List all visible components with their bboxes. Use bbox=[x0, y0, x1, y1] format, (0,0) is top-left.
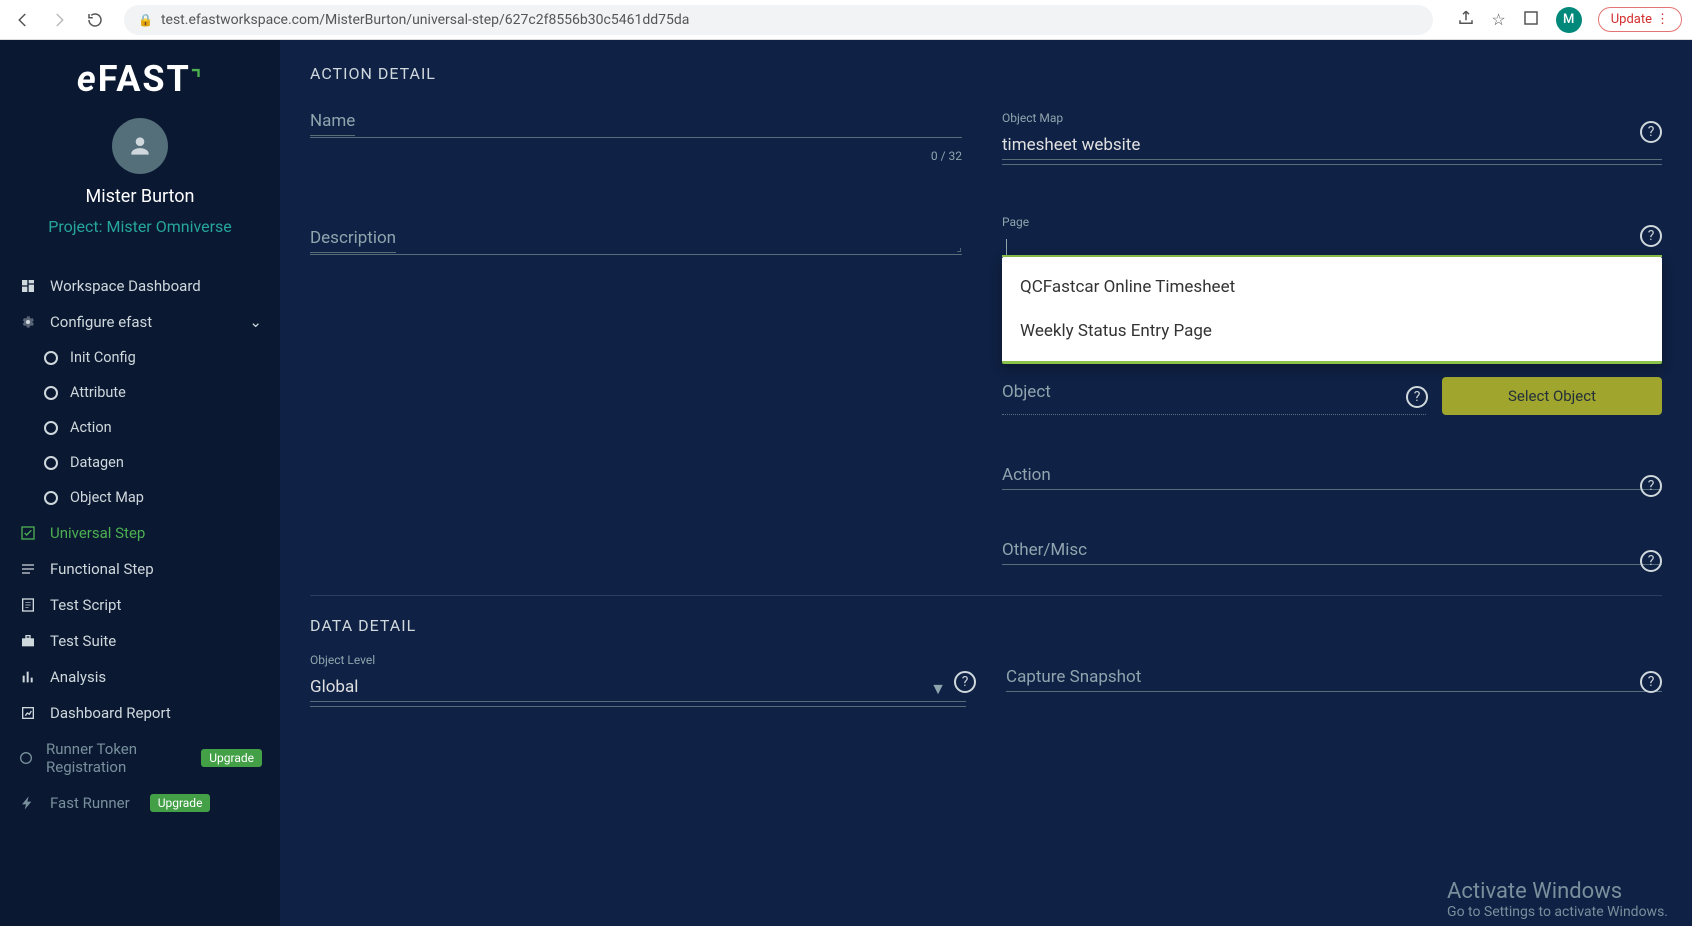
section-action-detail: ACTION DETAIL bbox=[310, 64, 1662, 83]
sidebar-item-init-config[interactable]: Init Config bbox=[0, 340, 280, 375]
project-name: Project: Mister Omniverse bbox=[48, 217, 232, 236]
url-bar[interactable]: 🔒 test.efastworkspace.com/MisterBurton/u… bbox=[124, 5, 1433, 35]
caret-down-icon: ▼ bbox=[930, 679, 946, 699]
kebab-icon: ⋮ bbox=[1656, 12, 1669, 27]
capture-label: Capture Snapshot bbox=[1006, 663, 1141, 691]
gear-icon bbox=[18, 314, 38, 330]
radio-icon bbox=[44, 351, 58, 365]
radio-icon bbox=[44, 386, 58, 400]
page-option-qcfastcar[interactable]: QCFastcar Online Timesheet bbox=[1002, 265, 1662, 309]
help-icon[interactable]: ? bbox=[1640, 121, 1662, 143]
user-area: Mister Burton Project: Mister Omniverse bbox=[0, 118, 280, 236]
object-map-field[interactable]: Object Map timesheet website ? bbox=[1002, 111, 1662, 165]
sidebar-item-analysis[interactable]: Analysis bbox=[0, 659, 280, 695]
radio-icon bbox=[44, 456, 58, 470]
chart-icon bbox=[18, 669, 38, 685]
sidebar-item-test-script[interactable]: Test Script bbox=[0, 587, 280, 623]
page-field[interactable]: Page ? QCFastcar Online Timesheet Weekly… bbox=[1002, 215, 1662, 257]
help-icon[interactable]: ? bbox=[1640, 671, 1662, 693]
sidebar-item-runner-token[interactable]: Runner Token Registration Upgrade bbox=[0, 731, 280, 785]
browser-chrome: 🔒 test.efastworkspace.com/MisterBurton/u… bbox=[0, 0, 1692, 40]
script-icon bbox=[18, 597, 38, 613]
section-divider bbox=[310, 595, 1662, 596]
main-panel: ACTION DETAIL Name 0 / 32 Description ⌟ bbox=[280, 40, 1692, 926]
dashboard-icon bbox=[18, 278, 38, 294]
chevron-down-icon: ⌄ bbox=[249, 313, 262, 331]
token-icon bbox=[18, 750, 34, 766]
sidebar-item-workspace-dashboard[interactable]: Workspace Dashboard bbox=[0, 268, 280, 304]
other-label: Other/Misc bbox=[1002, 536, 1087, 564]
star-icon[interactable]: ☆ bbox=[1491, 10, 1505, 29]
lock-icon: 🔒 bbox=[138, 13, 153, 27]
back-button[interactable] bbox=[10, 7, 36, 33]
help-icon[interactable]: ? bbox=[1406, 386, 1428, 408]
share-icon[interactable] bbox=[1457, 9, 1475, 31]
radio-icon bbox=[44, 421, 58, 435]
windows-watermark: Activate Windows Go to Settings to activ… bbox=[1447, 879, 1668, 920]
step-icon bbox=[18, 525, 38, 541]
sidebar: eFAST⌝ Mister Burton Project: Mister Omn… bbox=[0, 40, 280, 926]
report-icon bbox=[18, 705, 38, 721]
object-map-label: Object Map bbox=[1002, 111, 1662, 125]
help-icon[interactable]: ? bbox=[1640, 475, 1662, 497]
help-icon[interactable]: ? bbox=[1640, 225, 1662, 247]
sidebar-item-configure-efast[interactable]: Configure efast ⌄ bbox=[0, 304, 280, 340]
arrow-left-icon bbox=[14, 11, 32, 29]
help-icon[interactable]: ? bbox=[954, 671, 976, 693]
object-row: Object ? Select Object bbox=[1002, 377, 1662, 415]
sidebar-item-object-map[interactable]: Object Map bbox=[0, 480, 280, 515]
object-level-field[interactable]: Object Level Global ▼ ? bbox=[310, 653, 966, 707]
name-counter: 0 / 32 bbox=[931, 149, 962, 163]
extensions-icon[interactable] bbox=[1522, 9, 1540, 31]
sidebar-item-datagen[interactable]: Datagen bbox=[0, 445, 280, 480]
name-field[interactable]: Name 0 / 32 bbox=[310, 111, 962, 138]
other-misc-field[interactable]: Other/Misc ? bbox=[1002, 540, 1662, 565]
bolt-icon bbox=[18, 795, 38, 811]
reload-button[interactable] bbox=[82, 7, 108, 33]
person-icon bbox=[127, 133, 153, 159]
update-button[interactable]: Update ⋮ bbox=[1598, 7, 1682, 32]
app-logo: eFAST⌝ bbox=[0, 58, 280, 100]
user-name: Mister Burton bbox=[86, 186, 195, 207]
url-text: test.efastworkspace.com/MisterBurton/uni… bbox=[161, 12, 689, 28]
page-option-weekly[interactable]: Weekly Status Entry Page bbox=[1002, 309, 1662, 353]
section-data-detail: DATA DETAIL bbox=[310, 616, 1662, 635]
action-label: Action bbox=[1002, 461, 1051, 489]
sidebar-item-functional-step[interactable]: Functional Step bbox=[0, 551, 280, 587]
logo-accent-icon: ⌝ bbox=[191, 67, 203, 92]
browser-right-icons: ☆ M Update ⋮ bbox=[1457, 7, 1682, 33]
sidebar-nav: Workspace Dashboard Configure efast ⌄ In… bbox=[0, 268, 280, 821]
sidebar-item-dashboard-report[interactable]: Dashboard Report bbox=[0, 695, 280, 731]
suitcase-icon bbox=[18, 633, 38, 649]
object-label: Object bbox=[1002, 378, 1051, 406]
page-dropdown: QCFastcar Online Timesheet Weekly Status… bbox=[1002, 257, 1662, 364]
page-label: Page bbox=[1002, 215, 1662, 229]
sidebar-item-fast-runner[interactable]: Fast Runner Upgrade bbox=[0, 785, 280, 821]
object-level-value: Global bbox=[310, 673, 966, 702]
sidebar-item-attribute[interactable]: Attribute bbox=[0, 375, 280, 410]
arrow-right-icon bbox=[50, 11, 68, 29]
select-object-button[interactable]: Select Object bbox=[1442, 377, 1662, 415]
user-avatar[interactable] bbox=[112, 118, 168, 174]
upgrade-badge[interactable]: Upgrade bbox=[150, 794, 211, 812]
upgrade-badge[interactable]: Upgrade bbox=[201, 749, 262, 767]
action-field[interactable]: Action ? bbox=[1002, 465, 1662, 490]
sidebar-item-action[interactable]: Action bbox=[0, 410, 280, 445]
page-input[interactable] bbox=[1002, 235, 1662, 257]
name-label: Name bbox=[310, 107, 355, 136]
sidebar-item-test-suite[interactable]: Test Suite bbox=[0, 623, 280, 659]
forward-button[interactable] bbox=[46, 7, 72, 33]
object-level-label: Object Level bbox=[310, 653, 966, 667]
profile-avatar[interactable]: M bbox=[1556, 7, 1582, 33]
sidebar-item-universal-step[interactable]: Universal Step bbox=[0, 515, 280, 551]
list-icon bbox=[18, 561, 38, 577]
description-label: Description bbox=[310, 224, 396, 253]
description-field[interactable]: Description ⌟ bbox=[310, 228, 962, 255]
object-map-value: timesheet website bbox=[1002, 131, 1662, 160]
help-icon[interactable]: ? bbox=[1640, 550, 1662, 572]
radio-icon bbox=[44, 491, 58, 505]
capture-snapshot-field[interactable]: Capture Snapshot ? bbox=[1006, 653, 1662, 707]
reload-icon bbox=[86, 11, 104, 29]
resize-handle-icon[interactable]: ⌟ bbox=[956, 240, 962, 254]
